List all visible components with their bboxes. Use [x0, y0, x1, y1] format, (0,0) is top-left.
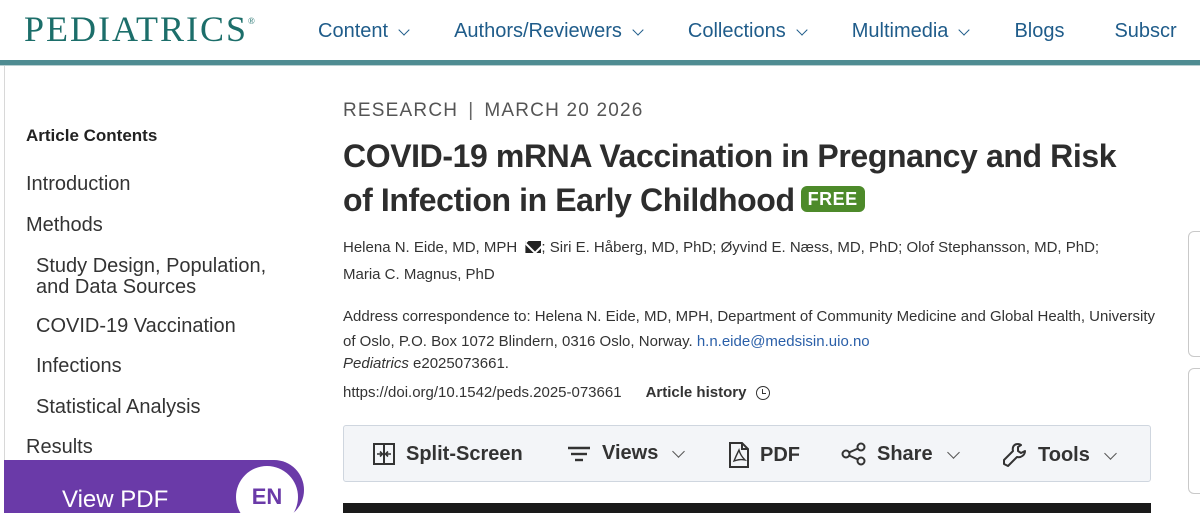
chevron-down-icon	[398, 24, 410, 36]
sidebar-border	[4, 66, 5, 466]
author-link[interactable]: Helena N. Eide, MD, MPH	[343, 239, 517, 256]
article-history-label: Article history	[645, 384, 747, 401]
toc-methods[interactable]: Methods	[26, 215, 103, 236]
nav-content[interactable]: Content	[318, 20, 410, 43]
article-id: e2025073661.	[413, 355, 509, 372]
chevron-down-icon	[672, 445, 686, 458]
article-contents-title: Article Contents	[26, 126, 158, 145]
pdf-icon	[729, 442, 749, 468]
split-screen-button[interactable]: Split-Screen	[372, 442, 523, 466]
article-toolbar: Split-Screen Views PDF Share Tools	[343, 425, 1151, 482]
nav-collections[interactable]: Collections	[688, 20, 808, 43]
nav-subscribe[interactable]: Subscr	[1114, 20, 1176, 43]
pdf-button[interactable]: PDF	[728, 442, 800, 468]
media-banner	[343, 503, 1151, 513]
main-nav: Content Authors/Reviewers Collections Mu…	[318, 20, 1200, 43]
journal-name: Pediatrics	[343, 355, 409, 372]
author-list: Helena N. Eide, MD, MPH ; Siri E. Håberg…	[343, 234, 1143, 288]
views-dropdown[interactable]: Views	[566, 442, 686, 465]
article-title-text: COVID-19 mRNA Vaccination in Pregnancy a…	[343, 138, 1117, 218]
nav-blogs[interactable]: Blogs	[1014, 20, 1064, 43]
pdf-label: PDF	[760, 443, 800, 466]
article-date: MARCH 20 2026	[484, 100, 644, 121]
toc-introduction[interactable]: Introduction	[26, 174, 131, 195]
toc-statistical-analysis[interactable]: Statistical Analysis	[36, 397, 201, 418]
article-title: COVID-19 mRNA Vaccination in Pregnancy a…	[343, 134, 1143, 222]
chevron-down-icon	[632, 24, 644, 36]
site-header: PEDIATRICS® Content Authors/Reviewers Co…	[0, 0, 1200, 62]
correspondence-address: Address correspondence to: Helena N. Eid…	[343, 304, 1163, 354]
toc-results[interactable]: Results	[26, 437, 93, 458]
envelope-icon[interactable]	[525, 241, 542, 253]
split-screen-icon	[373, 443, 395, 465]
nav-authors-reviewers[interactable]: Authors/Reviewers	[454, 20, 644, 43]
chevron-down-icon	[796, 24, 808, 36]
chevron-down-icon	[946, 445, 960, 459]
article-type: RESEARCH	[343, 100, 459, 121]
split-screen-label: Split-Screen	[406, 442, 523, 465]
share-label: Share	[877, 442, 933, 465]
toc-infections[interactable]: Infections	[36, 356, 122, 377]
doi-row: https://doi.org/10.1542/peds.2025-073661…	[343, 384, 771, 401]
wrench-icon	[1003, 443, 1026, 467]
view-pdf-button[interactable]: View PDF EN	[4, 460, 304, 513]
nav-multimedia[interactable]: Multimedia	[852, 20, 971, 43]
chevron-down-icon	[958, 24, 971, 36]
side-widget-bottom[interactable]	[1188, 368, 1200, 494]
chevron-down-icon	[1103, 446, 1117, 460]
article-history-toggle[interactable]: Article history	[646, 384, 771, 401]
language-selector[interactable]: EN	[236, 466, 298, 513]
clock-icon	[756, 385, 771, 400]
meta-separator: |	[468, 100, 475, 121]
author-link[interactable]: Maria C. Magnus, PhD	[343, 261, 1143, 288]
view-pdf-label: View PDF	[62, 486, 169, 513]
site-logo[interactable]: PEDIATRICS®	[24, 8, 255, 50]
article-meta: RESEARCH | MARCH 20 2026	[343, 100, 644, 122]
toc-study-design[interactable]: Study Design, Population, and Data Sourc…	[36, 256, 296, 298]
correspondence-email[interactable]: h.n.eide@medsisin.uio.no	[697, 333, 870, 350]
tools-dropdown[interactable]: Tools	[1002, 442, 1117, 468]
citation: Pediatrics e2025073661.	[343, 355, 509, 372]
doi-link[interactable]: https://doi.org/10.1542/peds.2025-073661	[343, 384, 622, 401]
header-divider-light	[0, 65, 1200, 66]
free-badge: FREE	[800, 186, 865, 212]
share-dropdown[interactable]: Share	[841, 442, 960, 466]
share-icon	[841, 442, 866, 466]
views-label: Views	[602, 442, 659, 464]
toc-covid-vaccination[interactable]: COVID-19 Vaccination	[36, 316, 236, 337]
author-links[interactable]: ; Siri E. Håberg, MD, PhD; Øyvind E. Næs…	[541, 239, 1099, 256]
tools-label: Tools	[1038, 443, 1090, 466]
side-widget-top[interactable]	[1188, 231, 1200, 357]
views-icon	[568, 446, 590, 461]
